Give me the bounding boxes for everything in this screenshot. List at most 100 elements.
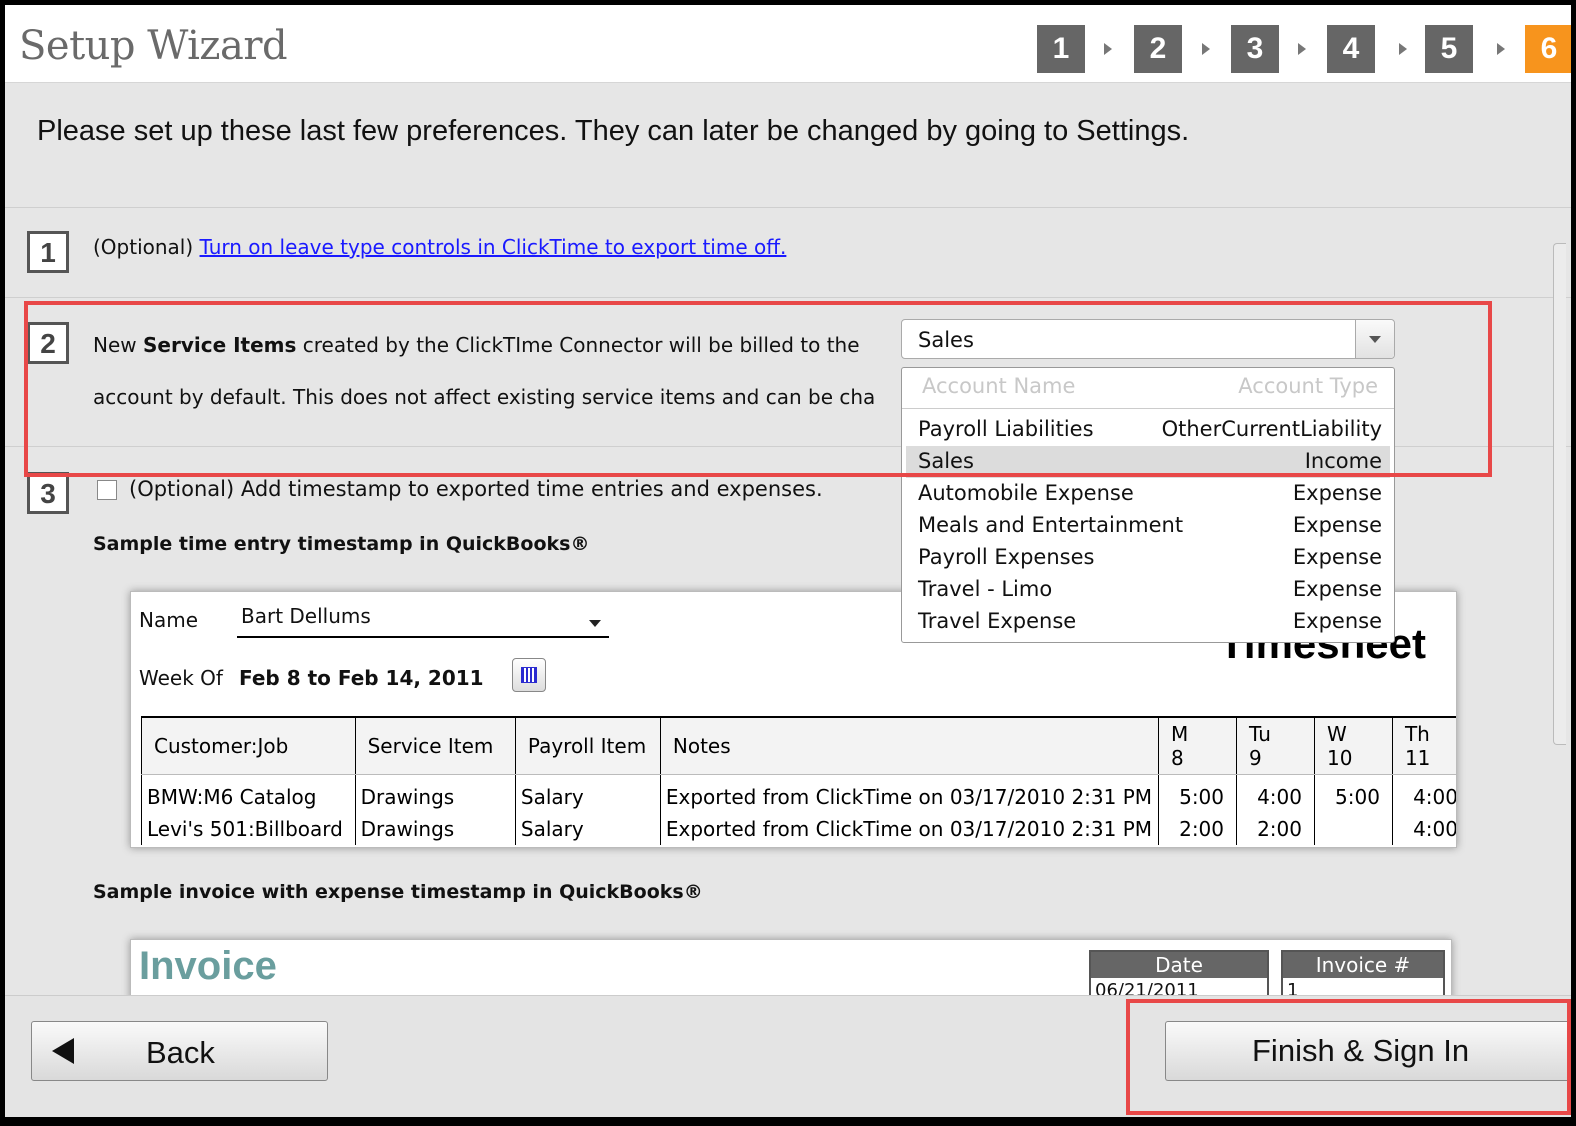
step-arrow-icon bbox=[1298, 43, 1306, 55]
dropdown-header-type: Account Type bbox=[1238, 374, 1378, 398]
timesheet-week-value: Feb 8 to Feb 14, 2011 bbox=[239, 666, 484, 690]
section-1-number: 1 bbox=[27, 231, 69, 273]
wizard-title: Setup Wizard bbox=[19, 23, 288, 69]
day-column-header: Th 11 bbox=[1391, 716, 1456, 775]
option-type: Expense bbox=[1292, 513, 1382, 537]
option-type: Income bbox=[1304, 449, 1382, 473]
sample-invoice-caption: Sample invoice with expense timestamp in… bbox=[93, 881, 703, 903]
column-header: Payroll Item bbox=[514, 716, 661, 775]
option-name: Meals and Entertainment bbox=[918, 513, 1184, 537]
table-row: BMW:M6 Catalog Drawings Salary Exported … bbox=[141, 774, 1456, 813]
sample-time-caption: Sample time entry timestamp in QuickBook… bbox=[93, 533, 590, 555]
account-select-value: Sales bbox=[918, 328, 974, 352]
day-date: 10 bbox=[1326, 746, 1353, 770]
cell-hours: 2:00 bbox=[1236, 813, 1315, 845]
chevron-down-icon bbox=[589, 620, 601, 627]
step-arrow-icon bbox=[1202, 43, 1210, 55]
dropdown-header: Account Name Account Type bbox=[902, 368, 1394, 409]
timesheet-name-value: Bart Dellums bbox=[241, 604, 371, 628]
invoice-number-label: Invoice # bbox=[1283, 952, 1443, 978]
day-column-header: M8 bbox=[1158, 716, 1238, 775]
section-1-prefix: (Optional) bbox=[93, 235, 200, 259]
day-date: 8 bbox=[1171, 746, 1184, 770]
section-2-line-1: New Service Items created by the ClickTI… bbox=[93, 333, 860, 357]
day-column-header: Tu 9 bbox=[1236, 716, 1315, 775]
option-type: Expense bbox=[1292, 577, 1382, 601]
step-5[interactable]: 5 bbox=[1425, 25, 1473, 73]
calendar-icon bbox=[512, 658, 546, 692]
timesheet-name-select: Bart Dellums bbox=[237, 600, 609, 638]
step-4[interactable]: 4 bbox=[1327, 25, 1375, 73]
service-items-bold: Service Items bbox=[142, 333, 297, 357]
cell-job: Levi's 501:Billboard bbox=[141, 813, 356, 845]
column-header: Customer:Job bbox=[141, 716, 356, 775]
cell-service: Drawings bbox=[354, 813, 516, 845]
step-arrow-icon bbox=[1104, 43, 1112, 55]
step-6-active[interactable]: 6 bbox=[1525, 25, 1571, 73]
step-1[interactable]: 1 bbox=[1037, 25, 1085, 73]
account-select[interactable]: Sales bbox=[901, 319, 1395, 359]
cell-service: Drawings bbox=[354, 774, 516, 813]
column-header: Notes bbox=[659, 716, 1160, 775]
step-arrow-icon bbox=[1497, 43, 1505, 55]
scrollbar[interactable] bbox=[1553, 243, 1566, 745]
dropdown-option[interactable]: Automobile Expense Expense bbox=[906, 478, 1390, 510]
step-3[interactable]: 3 bbox=[1231, 25, 1279, 73]
dropdown-option-selected[interactable]: Sales Income bbox=[906, 446, 1390, 478]
option-name: Payroll Expenses bbox=[918, 545, 1095, 569]
wizard-header: Setup Wizard 1 2 3 4 5 6 bbox=[5, 5, 1571, 83]
finish-button-label: Finish & Sign In bbox=[1252, 1033, 1470, 1068]
day-date: 11 bbox=[1404, 746, 1431, 770]
option-type: OtherCurrentLiability bbox=[1161, 417, 1382, 441]
timestamp-checkbox[interactable] bbox=[97, 480, 117, 500]
cell-payroll: Salary bbox=[514, 813, 661, 845]
chevron-down-icon bbox=[1369, 336, 1381, 343]
cell-hours bbox=[1313, 813, 1393, 845]
option-type: Expense bbox=[1292, 545, 1382, 569]
divider bbox=[5, 297, 1571, 298]
dropdown-option[interactable]: Travel Expense Expense bbox=[906, 606, 1390, 638]
leave-type-link[interactable]: Turn on leave type controls in ClickTime… bbox=[200, 235, 787, 259]
finish-sign-in-button[interactable]: Finish & Sign In bbox=[1165, 1021, 1571, 1081]
day-name: W bbox=[1326, 722, 1347, 746]
back-button-label: Back bbox=[146, 1035, 215, 1070]
setup-wizard-window: Setup Wizard 1 2 3 4 5 6 Please set up t… bbox=[5, 5, 1571, 1117]
section-2-number: 2 bbox=[27, 322, 69, 364]
section-3-number: 3 bbox=[27, 472, 69, 514]
dropdown-option[interactable]: Travel - Limo Expense bbox=[906, 574, 1390, 606]
dropdown-option[interactable]: Payroll Expenses Expense bbox=[906, 542, 1390, 574]
section-2-text-b: created by the ClickTIme Connector will … bbox=[296, 333, 860, 357]
table-row: Levi's 501:Billboard Drawings Salary Exp… bbox=[141, 813, 1456, 845]
dropdown-option[interactable]: Meals and Entertainment Expense bbox=[906, 510, 1390, 542]
invoice-title: Invoice bbox=[139, 944, 277, 988]
section-2-text-a: New bbox=[93, 333, 143, 357]
back-arrow-icon bbox=[52, 1038, 74, 1064]
cell-hours: 4:00 bbox=[1391, 774, 1456, 813]
cell-job: BMW:M6 Catalog bbox=[141, 774, 356, 813]
step-2[interactable]: 2 bbox=[1134, 25, 1182, 73]
back-button[interactable]: Back bbox=[31, 1021, 328, 1081]
option-name: Travel Expense bbox=[918, 609, 1077, 633]
option-name: Sales bbox=[918, 449, 974, 473]
invoice-number-box: Invoice # 1 bbox=[1281, 950, 1445, 1000]
calendar-grid bbox=[521, 667, 537, 683]
dropdown-option[interactable]: Payroll Liabilities OtherCurrentLiability bbox=[906, 414, 1390, 446]
day-column-header: W 10 bbox=[1313, 716, 1393, 775]
dropdown-header-name: Account Name bbox=[922, 374, 1076, 398]
section-2-line-2: account by default. This does not affect… bbox=[93, 385, 876, 409]
option-name: Automobile Expense bbox=[918, 481, 1134, 505]
day-date: 9 bbox=[1249, 746, 1262, 770]
day-name: Tu bbox=[1249, 722, 1271, 746]
cell-notes: Exported from ClickTime on 03/17/2010 2:… bbox=[659, 774, 1160, 813]
cell-hours: 5:00 bbox=[1313, 774, 1393, 813]
invoice-date-label: Date bbox=[1091, 952, 1267, 978]
invoice-date-box: Date 06/21/2011 bbox=[1089, 950, 1269, 1000]
option-name: Travel - Limo bbox=[918, 577, 1053, 601]
divider bbox=[5, 207, 1571, 208]
timesheet-week-label: Week Of bbox=[139, 666, 223, 690]
option-type: Expense bbox=[1292, 609, 1382, 633]
account-select-toggle[interactable] bbox=[1355, 320, 1394, 358]
table-header-row: Customer:Job Service Item Payroll Item N… bbox=[141, 716, 1456, 775]
option-name: Payroll Liabilities bbox=[918, 417, 1094, 441]
timestamp-checkbox-label[interactable]: (Optional) Add timestamp to exported tim… bbox=[129, 477, 823, 501]
